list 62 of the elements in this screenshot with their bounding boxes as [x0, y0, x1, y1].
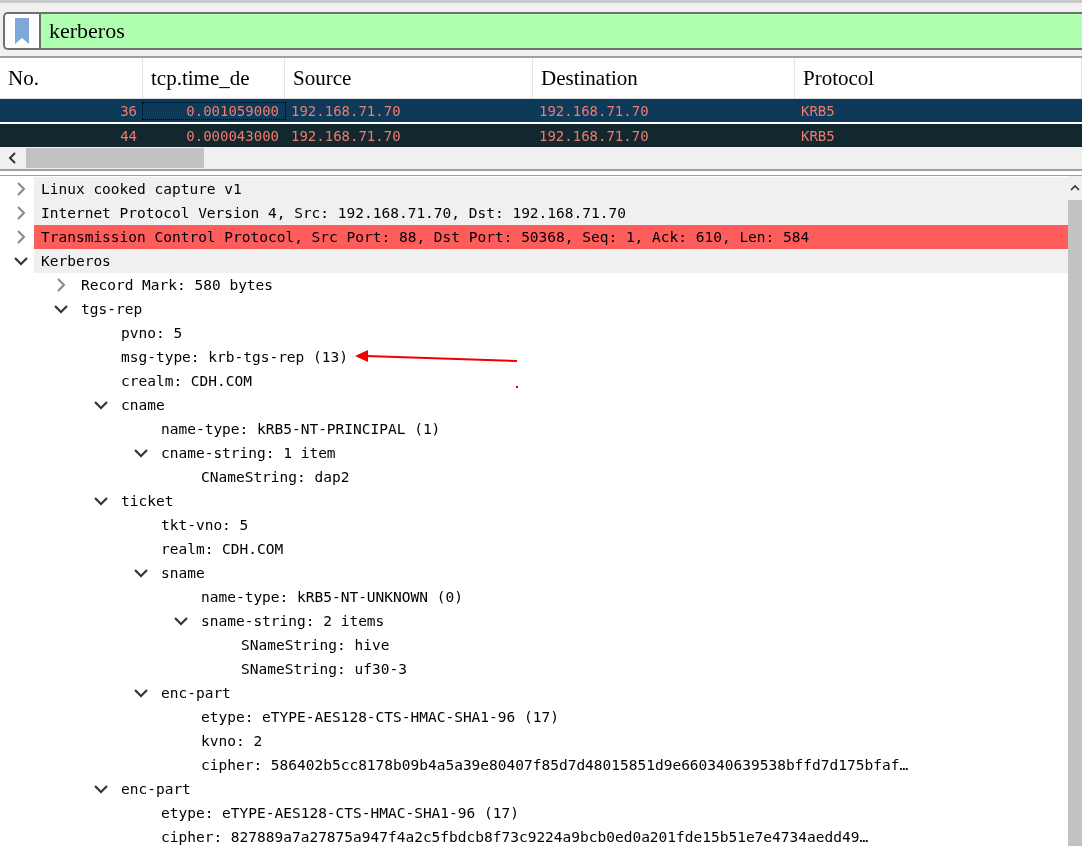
tree-item[interactable]: Record Mark: 580 bytes	[74, 273, 1068, 297]
tree-item[interactable]: tgs-rep	[74, 297, 1068, 321]
scrollbar-thumb[interactable]	[26, 148, 204, 168]
tree-item[interactable]: SNameString: uf30-3	[234, 657, 1068, 681]
tree-item[interactable]: tkt-vno: 5	[154, 513, 1068, 537]
tree-item[interactable]: ticket	[114, 489, 1068, 513]
tree-item[interactable]: realm: CDH.COM	[154, 537, 1068, 561]
expand-caret-icon[interactable]	[55, 278, 66, 292]
tree-item[interactable]: crealm: CDH.COM	[114, 369, 1068, 393]
expand-caret-icon[interactable]	[15, 182, 26, 196]
table-cell-text: KRB5	[800, 102, 836, 119]
tree-item[interactable]: cname-string: 1 item	[154, 441, 1068, 465]
tree-item[interactable]: enc-part	[154, 681, 1068, 705]
collapse-caret-icon[interactable]	[133, 688, 148, 698]
table-cell-text: 192.168.71.70	[538, 127, 650, 144]
tree-item[interactable]: CNameString: dap2	[194, 465, 1068, 489]
tree-item[interactable]: etype: eTYPE-AES128-CTS-HMAC-SHA1-96 (17)	[194, 705, 1068, 729]
column-header[interactable]: No.	[0, 58, 143, 98]
tree-item[interactable]: Linux cooked capture v1	[34, 177, 1068, 201]
tree-item[interactable]: msg-type: krb-tgs-rep (13)	[114, 345, 1068, 369]
display-filter-field[interactable]: kerberos	[3, 12, 1082, 50]
collapse-caret-icon[interactable]	[93, 400, 108, 410]
tree-item[interactable]: SNameString: hive	[234, 633, 1068, 657]
collapse-caret-icon[interactable]	[13, 256, 28, 266]
tree-item[interactable]: cname	[114, 393, 1068, 417]
table-cell-text: KRB5	[800, 127, 836, 144]
column-header[interactable]: Protocol	[795, 58, 1082, 98]
table-cell-text: 0.000043000	[185, 127, 280, 144]
collapse-caret-icon[interactable]	[173, 616, 188, 626]
table-cell-text: 192.168.71.70	[290, 102, 402, 119]
packet-row[interactable]: 36 0.001059000 192.168.71.70 192.168.71.70 KRB5	[0, 99, 1082, 122]
column-header[interactable]: Source	[285, 58, 533, 98]
column-header[interactable]: Destination	[533, 58, 795, 98]
tree-item[interactable]: cipher: 827889a7a27875a947f4a2c5fbdcb8f73c9224a9bcb0ed0a201fde15b51e7e4734aedd49…	[154, 825, 1068, 846]
collapse-caret-icon[interactable]	[133, 448, 148, 458]
tree-item[interactable]: name-type: kRB5-NT-UNKNOWN (0)	[194, 585, 1068, 609]
packet-row[interactable]: 44 0.000043000 192.168.71.70 192.168.71.70 KRB5	[0, 124, 1082, 147]
tree-item[interactable]: sname-string: 2 items	[194, 609, 1068, 633]
table-cell-text: 44	[119, 127, 138, 144]
collapse-caret-icon[interactable]	[93, 496, 108, 506]
tree-item[interactable]: cipher: 586402b5cc8178b09b4a5a39e80407f85d7d48015851d9e660340639538bffd7d175bfaf…	[194, 753, 1068, 777]
tree-item[interactable]: enc-part	[114, 777, 1068, 801]
scrollbar-thumb[interactable]	[1068, 200, 1082, 846]
tree-item[interactable]: Kerberos	[34, 249, 1068, 273]
tree-item[interactable]: kvno: 2	[194, 729, 1068, 753]
scroll-up-icon[interactable]	[1070, 184, 1080, 192]
collapse-caret-icon[interactable]	[133, 568, 148, 578]
tree-item[interactable]: sname	[154, 561, 1068, 585]
collapse-caret-icon[interactable]	[93, 784, 108, 794]
tree-item[interactable]: etype: eTYPE-AES128-CTS-HMAC-SHA1-96 (17)	[154, 801, 1068, 825]
tree-item[interactable]: Internet Protocol Version 4, Src: 192.168.71.70, Dst: 192.168.71.70	[34, 201, 1068, 225]
table-cell-text: 36	[119, 102, 138, 119]
tree-item[interactable]: pvno: 5	[114, 321, 1068, 345]
table-cell-text: 192.168.71.70	[538, 102, 650, 119]
tree-item[interactable]: Transmission Control Protocol, Src Port: 88, Dst Port: 50368, Seq: 1, Ack: 610, Len: 584	[34, 225, 1068, 249]
table-cell: 0.001059000	[143, 102, 285, 119]
table-cell-text: 192.168.71.70	[290, 127, 402, 144]
expand-caret-icon[interactable]	[15, 230, 26, 244]
collapse-caret-icon[interactable]	[53, 304, 68, 314]
column-header[interactable]: tcp.time_de	[143, 58, 285, 98]
tree-item[interactable]: name-type: kRB5-NT-PRINCIPAL (1)	[154, 417, 1068, 441]
expand-caret-icon[interactable]	[15, 206, 26, 220]
